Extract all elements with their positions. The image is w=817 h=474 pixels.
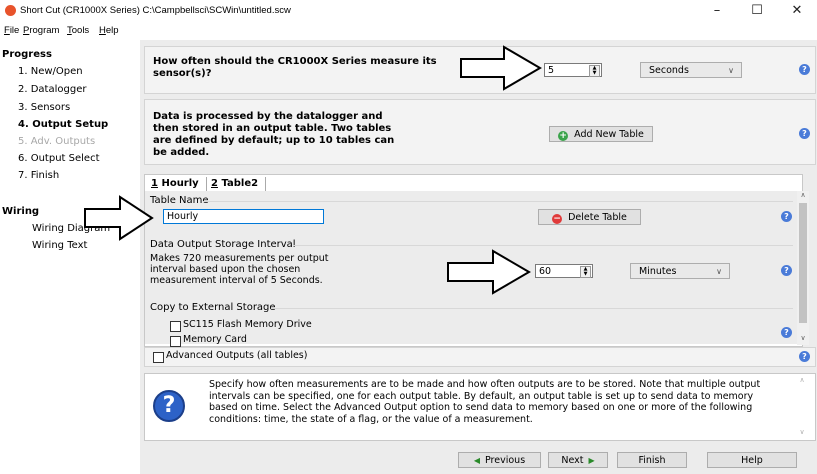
tables-info-panel: Data is processed by the datalogger and … xyxy=(144,99,816,165)
menu-help[interactable]: Help xyxy=(99,25,119,36)
menu-tools[interactable]: Tools xyxy=(67,25,89,36)
right-outline-arrow-icon xyxy=(447,249,531,295)
storage-interval-spinner[interactable]: 60 ▲ ▼ xyxy=(535,264,593,278)
scroll-thumb[interactable] xyxy=(799,203,807,323)
storage-interval-description: Makes 720 measurements per output interv… xyxy=(150,253,329,286)
storage-unit-select[interactable]: Minutes ∨ xyxy=(630,263,730,279)
help-text-panel: ? Specify how often measurements are to … xyxy=(144,373,816,441)
external-storage-label: Copy to External Storage xyxy=(150,302,276,313)
table-name-input[interactable]: Hourly xyxy=(163,209,324,224)
tab-divider xyxy=(206,177,207,191)
tab-table2[interactable]: 2 Table2 xyxy=(211,178,258,189)
menu-program[interactable]: Program xyxy=(23,25,59,36)
sidebar-item-output-select[interactable]: 6. Output Select xyxy=(18,153,99,164)
sidebar-item-finish[interactable]: 7. Finish xyxy=(18,170,59,181)
scroll-up-icon[interactable]: ∧ xyxy=(797,376,807,384)
advanced-outputs-label: Advanced Outputs (all tables) xyxy=(166,350,308,361)
scroll-down-icon[interactable]: ∨ xyxy=(797,428,807,436)
help-icon[interactable]: ? xyxy=(781,327,792,338)
sidebar-item-adv-outputs: 5. Adv. Outputs xyxy=(18,136,96,147)
measure-interval-spinner[interactable]: 5 ▲ ▼ xyxy=(544,63,602,77)
help-icon[interactable]: ? xyxy=(799,351,810,362)
sc115-checkbox[interactable] xyxy=(170,321,181,332)
spin-arrows-icon[interactable]: ▲ ▼ xyxy=(589,65,600,77)
advanced-outputs-checkbox[interactable] xyxy=(153,352,164,363)
minus-circle-icon: − xyxy=(552,214,563,224)
right-outline-arrow-icon xyxy=(460,45,542,91)
sidebar-item-datalogger[interactable]: 2. Datalogger xyxy=(18,84,86,95)
help-icon[interactable]: ? xyxy=(781,265,792,276)
plus-circle-icon: + xyxy=(558,131,569,141)
add-new-table-button[interactable]: + Add New Table xyxy=(549,126,653,142)
measure-unit-select[interactable]: Seconds ∨ xyxy=(640,62,742,78)
storage-interval-label: Data Output Storage Interval xyxy=(150,239,296,250)
next-button[interactable]: Next ▶ xyxy=(548,452,608,468)
menu-bar: File Program Tools Help xyxy=(0,22,817,38)
help-icon[interactable]: ? xyxy=(799,64,810,75)
maximize-button[interactable]: ☐ xyxy=(737,0,777,22)
sc115-label: SC115 Flash Memory Drive xyxy=(183,319,312,330)
sidebar-item-sensors[interactable]: 3. Sensors xyxy=(18,102,70,113)
tab-hourly[interactable]: 1 Hourly xyxy=(151,178,199,189)
chevron-left-icon: ◀ xyxy=(473,456,480,465)
right-outline-arrow-icon xyxy=(84,195,154,241)
advanced-outputs-row: Advanced Outputs (all tables) ? xyxy=(144,347,816,367)
menu-file[interactable]: File xyxy=(4,25,19,36)
delete-table-button[interactable]: − Delete Table xyxy=(538,209,641,225)
title-bar: Short Cut (CR1000X Series) C:\Campbellsc… xyxy=(0,0,817,22)
scroll-down-icon[interactable]: ∨ xyxy=(798,334,808,342)
memory-card-label: Memory Card xyxy=(183,334,247,345)
finish-button[interactable]: Finish xyxy=(617,452,687,468)
minimize-button[interactable]: – xyxy=(697,0,737,22)
help-button[interactable]: Help xyxy=(707,452,797,468)
table-name-label: Table Name xyxy=(150,195,209,206)
wiring-heading: Wiring xyxy=(2,206,40,217)
help-text: Specify how often measurements are to be… xyxy=(209,379,761,425)
question-help-icon: ? xyxy=(153,390,185,422)
chevron-down-icon: ∨ xyxy=(716,267,722,276)
tables-info-text: Data is processed by the datalogger and … xyxy=(153,111,395,158)
tab-divider xyxy=(265,177,266,191)
chevron-down-icon: ∨ xyxy=(728,66,734,75)
spin-arrows-icon[interactable]: ▲ ▼ xyxy=(580,266,591,278)
sidebar-item-new-open[interactable]: 1. New/Open xyxy=(18,66,83,77)
group-divider xyxy=(271,308,793,309)
previous-button[interactable]: ◀ Previous xyxy=(458,452,541,468)
close-button[interactable]: ✕ xyxy=(777,0,817,22)
memory-card-checkbox[interactable] xyxy=(170,336,181,347)
scroll-up-icon[interactable]: ∧ xyxy=(798,191,808,199)
progress-heading: Progress xyxy=(2,49,52,60)
sidebar: Progress 1. New/Open 2. Datalogger 3. Se… xyxy=(0,40,140,474)
help-icon[interactable]: ? xyxy=(781,211,792,222)
group-divider xyxy=(203,201,793,202)
tab-scrollbar[interactable]: ∧ ∨ xyxy=(797,191,809,345)
measure-question: How often should the CR1000X Series meas… xyxy=(153,56,437,79)
app-icon xyxy=(5,5,16,16)
sidebar-item-output-setup[interactable]: 4. Output Setup xyxy=(18,119,108,130)
group-divider xyxy=(293,245,793,246)
window-title: Short Cut (CR1000X Series) C:\Campbellsc… xyxy=(20,5,291,16)
sidebar-item-wiring-text[interactable]: Wiring Text xyxy=(32,240,87,251)
chevron-right-icon: ▶ xyxy=(588,456,595,465)
help-icon[interactable]: ? xyxy=(799,128,810,139)
